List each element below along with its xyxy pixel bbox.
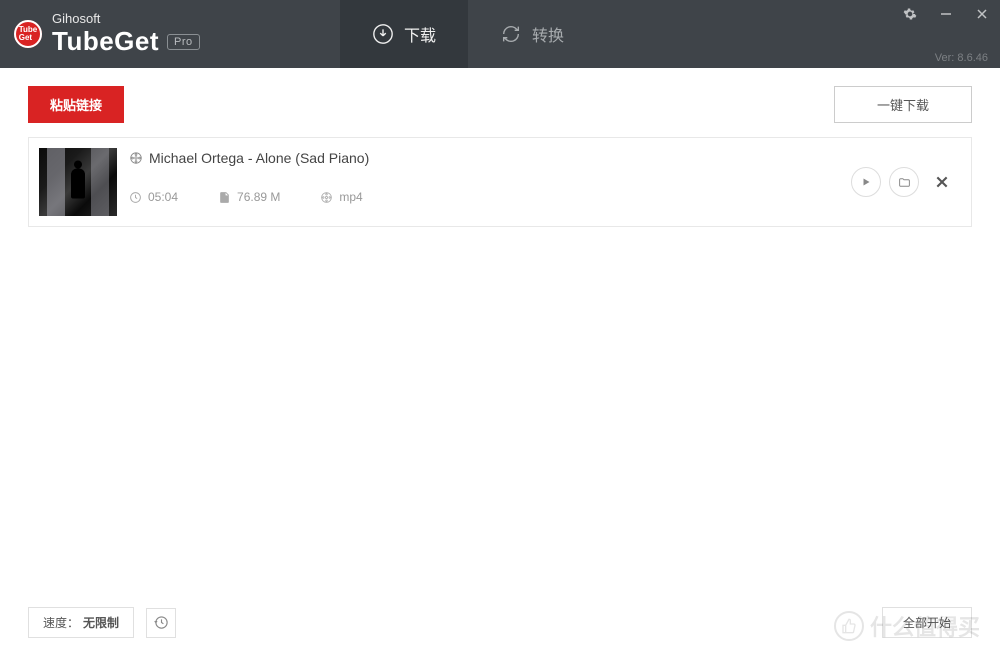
minimize-button[interactable] xyxy=(928,0,964,28)
history-button[interactable] xyxy=(146,608,176,638)
item-format: mp4 xyxy=(339,190,362,204)
app-logo-icon: TubeGet xyxy=(14,20,42,48)
main-tabs: 下载 转换 xyxy=(340,0,596,68)
format-icon xyxy=(320,191,333,204)
toolbar: 粘贴链接 一键下载 xyxy=(0,68,1000,137)
one-click-download-button[interactable]: 一键下载 xyxy=(834,86,972,123)
speed-value: 无限制 xyxy=(83,614,119,631)
start-all-button[interactable]: 全部开始 xyxy=(882,607,972,638)
download-icon xyxy=(372,23,394,45)
list-item: Michael Ortega - Alone (Sad Piano) 05:04… xyxy=(28,137,972,227)
item-title: Michael Ortega - Alone (Sad Piano) xyxy=(149,150,369,166)
tab-download[interactable]: 下载 xyxy=(340,0,468,68)
window-controls xyxy=(892,0,1000,28)
paste-link-button[interactable]: 粘贴链接 xyxy=(28,86,124,123)
video-thumbnail xyxy=(39,148,117,216)
download-list: Michael Ortega - Alone (Sad Piano) 05:04… xyxy=(28,137,972,582)
item-size: 76.89 M xyxy=(237,190,280,204)
speed-limit-box[interactable]: 速度： 无限制 xyxy=(28,607,134,638)
tab-convert[interactable]: 转换 xyxy=(468,0,596,68)
convert-icon xyxy=(500,23,522,45)
open-folder-button[interactable] xyxy=(889,167,919,197)
footer-bar: 速度： 无限制 全部开始 xyxy=(28,607,972,638)
logo-area: TubeGet Gihosoft TubeGet Pro xyxy=(0,11,340,57)
speed-label: 速度： xyxy=(43,614,79,631)
film-icon xyxy=(129,151,143,165)
pro-badge: Pro xyxy=(167,34,200,50)
version-label: Ver: 8.6.46 xyxy=(935,52,988,64)
close-button[interactable] xyxy=(964,0,1000,28)
item-duration: 05:04 xyxy=(148,190,178,204)
clock-icon xyxy=(129,191,142,204)
file-icon xyxy=(218,191,231,204)
remove-item-button[interactable] xyxy=(927,167,957,197)
company-name: Gihosoft xyxy=(52,11,200,26)
play-button[interactable] xyxy=(851,167,881,197)
app-header: TubeGet Gihosoft TubeGet Pro 下载 转换 xyxy=(0,0,1000,68)
product-name: TubeGet Pro xyxy=(52,26,200,57)
settings-button[interactable] xyxy=(892,0,928,28)
item-actions xyxy=(851,167,957,197)
